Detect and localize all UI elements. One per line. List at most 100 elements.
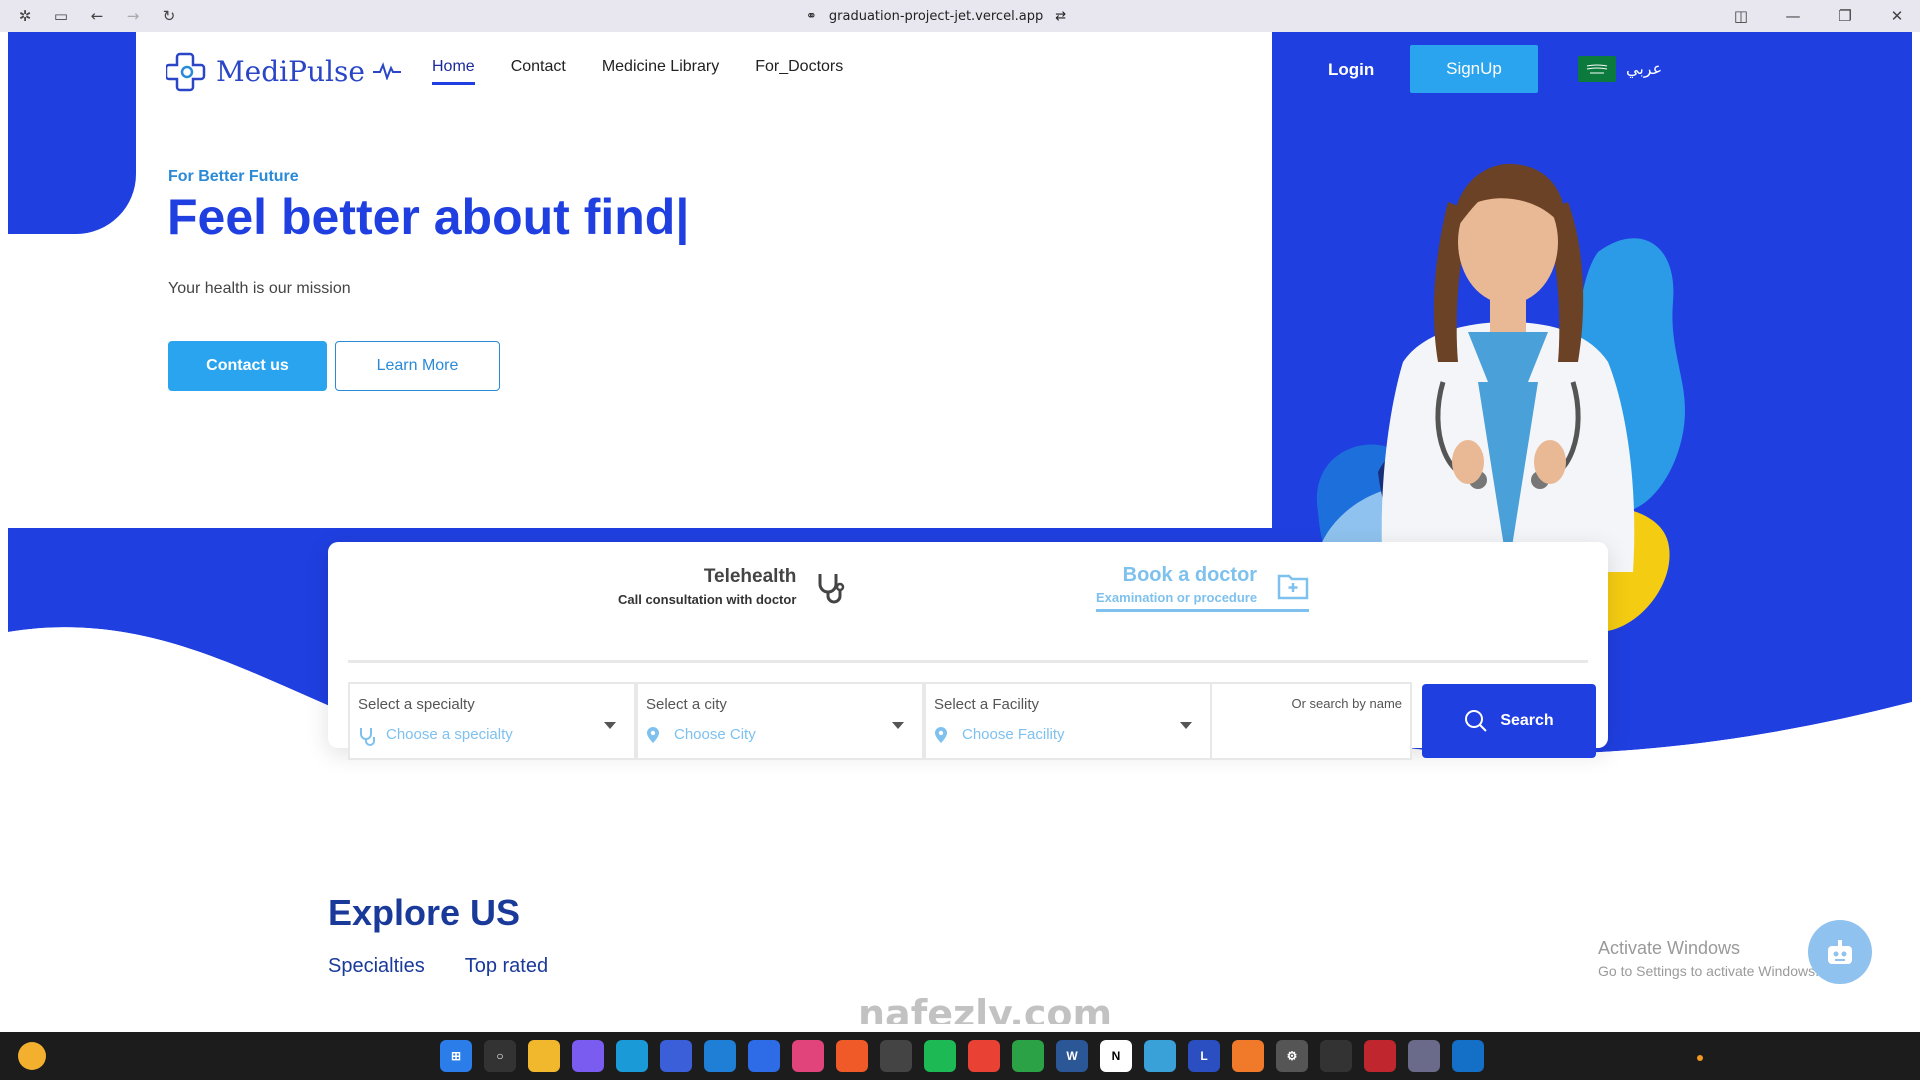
copilot-icon[interactable] <box>572 1040 604 1072</box>
postman-icon[interactable] <box>836 1040 868 1072</box>
taskbar-apps: ⊞ ○ W N L ⚙ <box>440 1040 1484 1072</box>
telehealth-title: Telehealth <box>703 566 797 587</box>
search-button-label: Search <box>1500 712 1554 729</box>
filezilla-icon[interactable] <box>1364 1040 1396 1072</box>
facility-select[interactable]: Select a Facility Choose Facility <box>924 682 1212 760</box>
explore-title: Explore US <box>328 892 521 933</box>
extensions-icon[interactable]: ✲ <box>16 7 34 25</box>
activate-windows-notice: Activate Windows Go to Settings to activ… <box>1598 938 1819 979</box>
minimize-icon[interactable]: — <box>1784 7 1802 25</box>
restore-icon[interactable]: ❐ <box>1836 7 1854 25</box>
spotify-icon[interactable] <box>924 1040 956 1072</box>
nav-home[interactable]: Home <box>432 58 475 85</box>
contact-us-button[interactable]: Contact us <box>168 341 327 391</box>
language-label: عربي <box>1626 61 1663 78</box>
watermark: nafezly.com <box>858 992 1113 1024</box>
forward-arrow-icon[interactable]: → <box>124 7 142 25</box>
start-menu-icon[interactable]: ⊞ <box>440 1040 472 1072</box>
browser-active-icon[interactable] <box>1408 1040 1440 1072</box>
whatsapp-icon[interactable] <box>1012 1040 1044 1072</box>
os-taskbar: ⊞ ○ W N L ⚙ <box>0 1032 1920 1080</box>
language-switcher[interactable]: عربي <box>1578 56 1662 82</box>
tab-specialties[interactable]: Specialties <box>328 955 425 978</box>
edge-browser-icon[interactable] <box>616 1040 648 1072</box>
learn-more-button[interactable]: Learn More <box>335 341 500 391</box>
signup-button[interactable]: SignUp <box>1410 45 1538 93</box>
file-explorer-icon[interactable] <box>528 1040 560 1072</box>
book-doctor-title: Book a doctor <box>1122 564 1258 586</box>
back-arrow-icon[interactable]: ← <box>88 7 106 25</box>
address-bar[interactable]: ⚭ graduation-project-jet.vercel.app ⇄ <box>806 0 1066 32</box>
book-doctor-subtitle: Examination or procedure <box>1096 590 1258 605</box>
chrome-icon[interactable] <box>968 1040 1000 1072</box>
search-icon <box>1465 710 1488 732</box>
search-card: Telehealth Call consultation with doctor… <box>328 542 1608 760</box>
facility-placeholder: Choose Facility <box>962 726 1065 743</box>
close-window-icon[interactable]: ✕ <box>1888 7 1906 25</box>
tab-top-rated[interactable]: Top rated <box>465 955 548 978</box>
location-pin-icon <box>934 726 948 748</box>
facility-label: Select a Facility <box>934 696 1040 713</box>
slack-icon[interactable] <box>792 1040 824 1072</box>
telehealth-subtitle: Call consultation with doctor <box>618 592 797 607</box>
stethoscope-icon <box>818 573 845 603</box>
earth-app-icon[interactable] <box>1144 1040 1176 1072</box>
reload-icon[interactable]: ↻ <box>160 7 178 25</box>
activate-subtitle: Go to Settings to activate Windows. <box>1598 963 1819 979</box>
nav-for-doctors[interactable]: For_Doctors <box>755 58 843 85</box>
outlook-icon[interactable] <box>1452 1040 1484 1072</box>
city-placeholder: Choose City <box>674 726 756 743</box>
name-search-field: Or search by name <box>1210 682 1412 760</box>
stethoscope-icon <box>358 726 376 750</box>
site-settings-icon[interactable]: ⇄ <box>1055 9 1066 24</box>
specialty-label: Select a specialty <box>358 696 475 713</box>
specialty-placeholder: Choose a specialty <box>386 726 513 743</box>
city-select[interactable]: Select a city Choose City <box>636 682 924 760</box>
hero-eyebrow: For Better Future <box>168 168 299 185</box>
heartbeat-icon <box>372 62 401 80</box>
tab-book-doctor[interactable]: Book a doctor Examination or procedure <box>1096 564 1310 612</box>
location-pin-icon <box>646 726 660 748</box>
logo-text: MediPulse <box>216 54 365 88</box>
city-label: Select a city <box>646 696 727 713</box>
decorative-corner <box>8 32 136 234</box>
notion-icon[interactable]: N <box>1100 1040 1132 1072</box>
link-icon: ⚭ <box>806 8 817 24</box>
url-text[interactable]: graduation-project-jet.vercel.app <box>829 9 1043 24</box>
specialty-select[interactable]: Select a specialty Choose a specialty <box>348 682 636 760</box>
chevron-down-icon <box>1180 722 1192 729</box>
medical-cross-icon <box>166 52 206 92</box>
explore-tabs: Specialties Top rated <box>328 955 548 978</box>
word-icon[interactable]: W <box>1056 1040 1088 1072</box>
settings-gear-icon[interactable]: ⚙ <box>1276 1040 1308 1072</box>
tab-divider <box>348 660 1588 663</box>
app-l-icon[interactable]: L <box>1188 1040 1220 1072</box>
robot-icon <box>1828 940 1852 964</box>
xampp-icon[interactable] <box>1232 1040 1264 1072</box>
sidebar-toggle-icon[interactable]: ▭ <box>52 7 70 25</box>
hero-title: Feel better about find| <box>167 189 690 245</box>
activate-title: Activate Windows <box>1598 938 1741 958</box>
saudi-flag-icon <box>1578 56 1616 82</box>
split-view-icon[interactable]: ◫ <box>1732 7 1750 25</box>
app-icon[interactable] <box>748 1040 780 1072</box>
app-icon[interactable] <box>880 1040 912 1072</box>
folder-plus-icon <box>1277 574 1309 599</box>
store-icon[interactable] <box>660 1040 692 1072</box>
chatbot-button[interactable] <box>1808 920 1872 984</box>
main-nav: Home Contact Medicine Library For_Doctor… <box>432 58 843 85</box>
vscode-icon[interactable] <box>704 1040 736 1072</box>
nav-contact[interactable]: Contact <box>511 58 566 85</box>
hero-subtitle: Your health is our mission <box>168 280 351 297</box>
name-search-input[interactable] <box>1218 718 1406 752</box>
login-link[interactable]: Login <box>1328 60 1374 80</box>
site-logo[interactable]: MediPulse <box>166 50 401 92</box>
name-search-label: Or search by name <box>1291 696 1402 711</box>
search-icon[interactable]: ○ <box>484 1040 516 1072</box>
search-button[interactable]: Search <box>1422 684 1596 758</box>
phone-link-icon[interactable] <box>1320 1040 1352 1072</box>
nav-medicine-library[interactable]: Medicine Library <box>602 58 719 85</box>
tab-telehealth[interactable]: Telehealth Call consultation with doctor <box>618 566 846 607</box>
page-viewport: MediPulse Home Contact Medicine Library … <box>8 32 1912 1024</box>
weather-icon[interactable] <box>18 1042 46 1070</box>
